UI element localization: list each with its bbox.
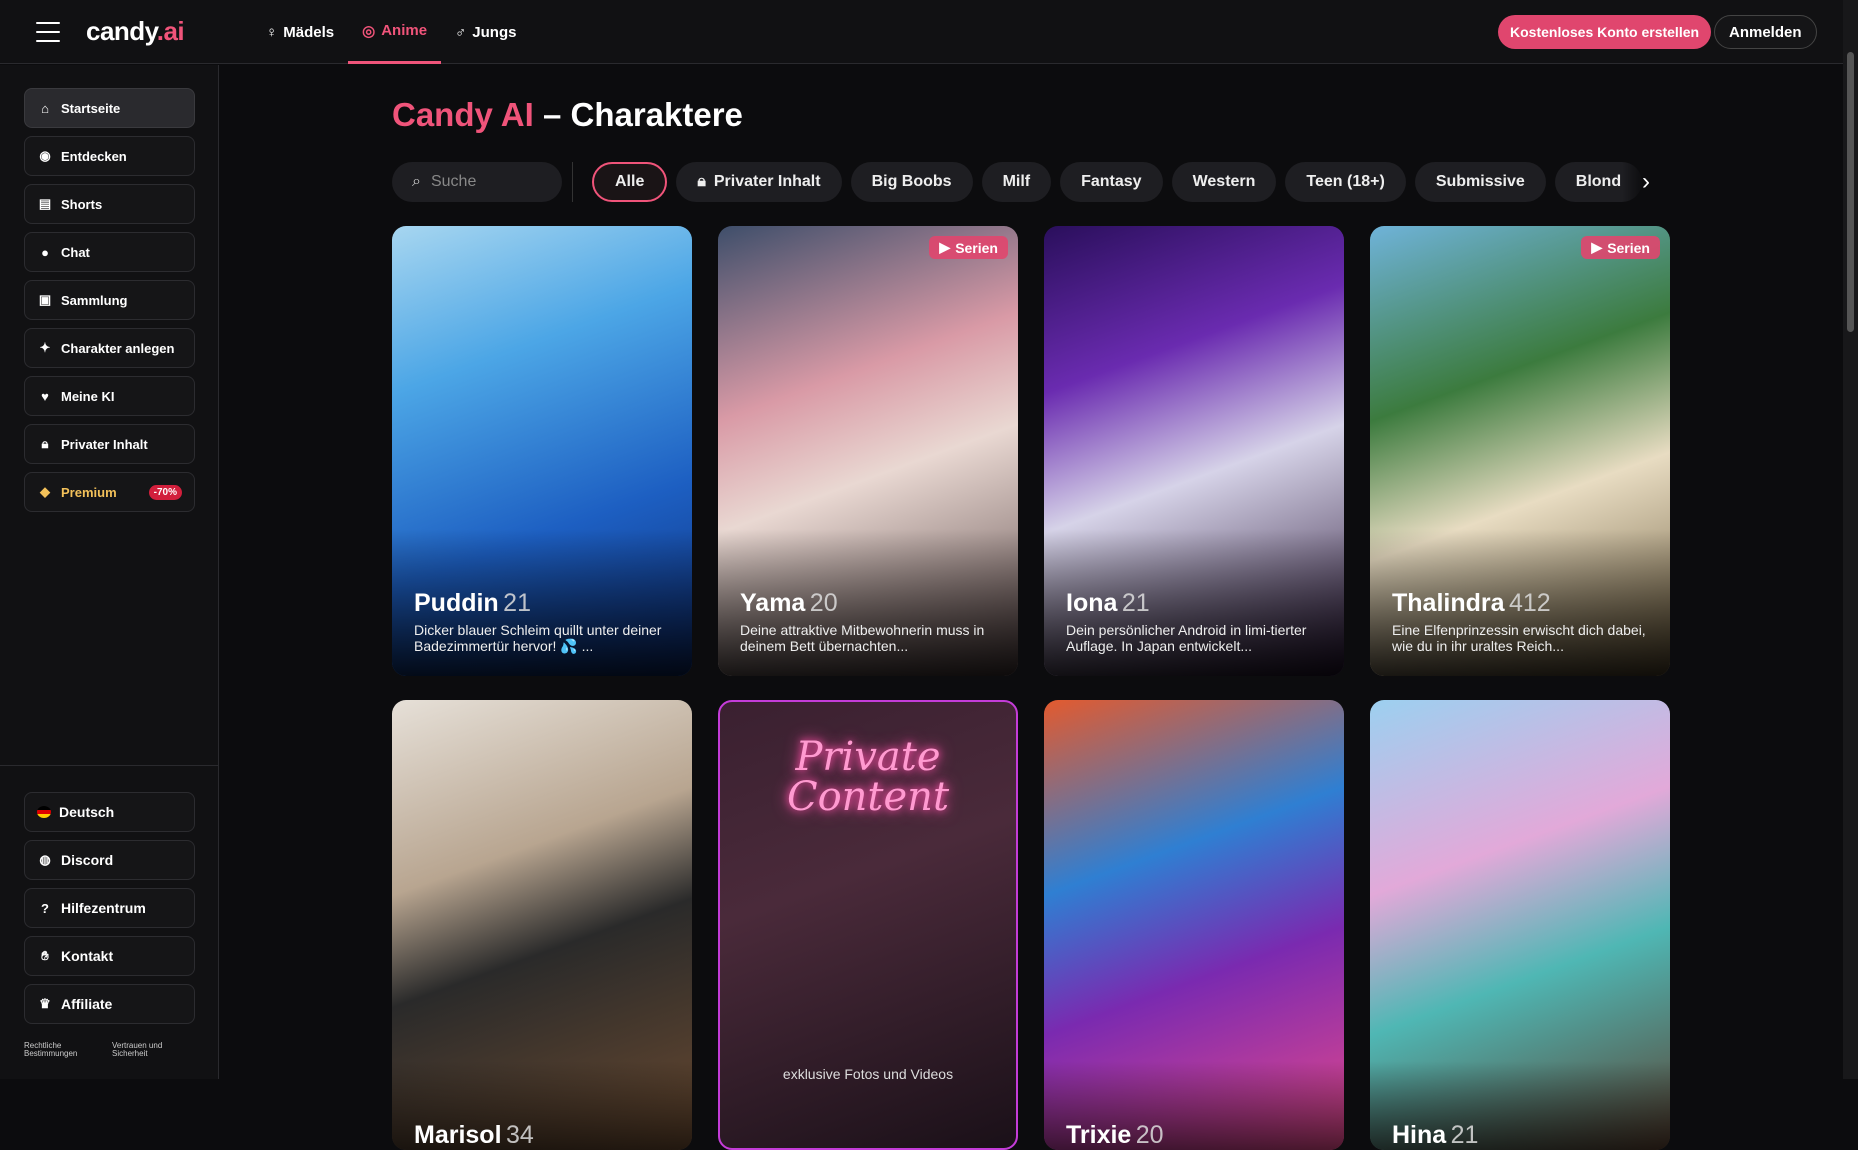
chevron-right-icon[interactable]: › [1622, 162, 1670, 202]
chat-icon: ● [41, 244, 49, 260]
filter-chip-western[interactable]: Western [1171, 162, 1277, 202]
card-name: Iona [1066, 589, 1118, 617]
filter-chip-alle[interactable]: Alle [592, 162, 668, 202]
trust-link[interactable]: Vertrauen und Sicherheit [112, 1042, 182, 1058]
play-icon: ▶ [939, 239, 951, 255]
page-title: Candy AI – Charaktere [392, 96, 743, 133]
magic-wand-icon: ✦ [39, 340, 51, 355]
character-card-trixie[interactable]: Trixie 20 [1044, 700, 1344, 1150]
lock-icon: 🔒︎ [697, 173, 706, 190]
tab-madels[interactable]: ♀ Mädels [252, 0, 348, 64]
filter-chip-big-boobs[interactable]: Big Boobs [850, 162, 973, 202]
sidebar-item-entdecken[interactable]: ◉ Entdecken [24, 136, 195, 176]
card-name: Hina [1392, 1121, 1447, 1149]
help-icon: ? [41, 900, 49, 916]
female-icon: ♀ [266, 23, 278, 41]
search-input[interactable]: ⌕ Suche [392, 162, 562, 202]
card-name: Yama [740, 589, 806, 617]
character-card-hina[interactable]: Hina 21 [1370, 700, 1670, 1150]
top-nav: ♀ Mädels ◎ Anime ♂ Jungs [252, 0, 530, 64]
lock-icon: 🔒︎ [41, 436, 49, 451]
sidebar-item-privater-inhalt[interactable]: 🔒︎ Privater Inhalt [24, 424, 195, 464]
search-icon: ⌕ [412, 173, 421, 190]
character-card-thalindra[interactable]: ▶ Serien Thalindra 412 Eine Elfenprinzessi… [1370, 226, 1670, 676]
card-age: 21 [503, 589, 531, 617]
private-content-title: Private Content [786, 734, 950, 820]
card-description: Dein persönlicher Android in limi-tierte… [1066, 622, 1307, 654]
heart-icon: ♥ [41, 388, 49, 404]
play-icon: ▶ [1591, 239, 1603, 255]
filter-chip-privater-inhalt[interactable]: 🔒︎ Privater Inhalt [676, 162, 842, 202]
character-card-yama[interactable]: ▶ Serien Yama 20 Deine attraktive Mitbewoh… [718, 226, 1018, 676]
diamond-icon: ◆ [40, 484, 50, 499]
character-card-puddin[interactable]: Puddin 21 Dicker blauer Schleim quillt un… [392, 226, 692, 676]
create-account-button[interactable]: Kostenloses Konto erstellen [1498, 15, 1712, 49]
top-bar: candy.ai ♀ Mädels ◎ Anime ♂ Jungs Kostenlos… [0, 0, 1843, 64]
card-age: 21 [1121, 589, 1150, 617]
filter-chip-milf[interactable]: Milf [981, 162, 1052, 202]
card-age: 21 [1450, 1121, 1479, 1149]
home-icon: ⌂ [41, 100, 49, 116]
sidebar-item-kontakt[interactable]: ✋︎ Kontakt [24, 936, 195, 976]
sidebar-item-sammlung[interactable]: ▣ Sammlung [24, 280, 195, 320]
card-name: Marisol [414, 1121, 502, 1149]
card-name: Puddin [414, 589, 499, 617]
sidebar-item-meine-ki[interactable]: ♥ Meine KI [24, 376, 195, 416]
series-badge: ▶ Serien [1581, 236, 1660, 259]
card-age: 20 [1135, 1121, 1164, 1149]
logo[interactable]: candy.ai [86, 16, 185, 47]
card-name: Thalindra [1392, 589, 1505, 617]
sidebar-divider [0, 765, 219, 766]
male-icon: ♂ [455, 23, 467, 41]
collection-icon: ▣ [38, 292, 52, 307]
filter-chip-teen[interactable]: Teen (18+) [1285, 162, 1406, 202]
sidebar-item-shorts[interactable]: ▤ Shorts [24, 184, 195, 224]
card-description: Dicker blauer Schleim quillt unter deine… [414, 622, 662, 654]
anime-icon: ◎ [362, 22, 376, 40]
sidebar-item-startseite[interactable]: ⌂ Startseite [24, 88, 195, 128]
card-description: Eine Elfenprinzessin erwischt dich dabei… [1392, 622, 1646, 654]
compass-icon: ◉ [39, 148, 51, 163]
sidebar-item-premium[interactable]: ◆ Premium -70% [24, 472, 195, 512]
tab-anime[interactable]: ◎ Anime [348, 0, 442, 64]
sidebar-item-chat[interactable]: ● Chat [24, 232, 195, 272]
sidebar-item-affiliate[interactable]: ♛ Affiliate [24, 984, 195, 1024]
card-age: 412 [1508, 589, 1551, 617]
sidebar-item-charakter-anlegen[interactable]: ✦ Charakter anlegen [24, 328, 195, 368]
series-badge: ▶ Serien [929, 236, 1008, 259]
filter-chip-submissive[interactable]: Submissive [1414, 162, 1546, 202]
sidebar-item-language[interactable]: Deutsch [24, 792, 195, 832]
menu-icon[interactable] [36, 20, 60, 44]
tab-jungs[interactable]: ♂ Jungs [441, 0, 530, 64]
card-age: 34 [505, 1121, 534, 1149]
sidebar-item-hilfezentrum[interactable]: ? Hilfezentrum [24, 888, 195, 928]
filter-bar: ⌕ Suche Alle 🔒︎ Privater Inhalt Big Boobs … [392, 162, 1670, 202]
character-card-marisol[interactable]: Marisol 34 [392, 700, 692, 1150]
sidebar: ⌂ Startseite ◉ Entdecken ▤ Shorts ● Chat ▣ Sa… [0, 65, 219, 1079]
discord-icon: ◍ [39, 852, 51, 867]
login-button[interactable]: Anmelden [1714, 15, 1817, 49]
sidebar-item-discord[interactable]: ◍ Discord [24, 840, 195, 880]
legal-links: Rechtliche Bestimmungen Vertrauen und Si… [24, 1042, 182, 1058]
private-content-subtitle: exklusive Fotos und Videos [782, 1066, 954, 1082]
handshake-icon: ✋︎ [41, 948, 49, 963]
card-age: 20 [809, 589, 838, 617]
german-flag-icon [37, 806, 51, 818]
card-description: Deine attraktive Mitbewohnerin muss in d… [740, 622, 985, 654]
page-scrollbar[interactable] [1843, 0, 1858, 1079]
character-card-iona[interactable]: Iona 21 Dein persönlicher Android in limi… [1044, 226, 1344, 676]
card-name: Trixie [1066, 1121, 1132, 1149]
filter-divider [572, 162, 573, 202]
private-content-card[interactable]: Private Content exklusive Fotos und Vide… [718, 700, 1018, 1150]
filter-chip-fantasy[interactable]: Fantasy [1060, 162, 1163, 202]
trophy-icon: ♛ [39, 996, 51, 1011]
shorts-icon: ▤ [38, 196, 52, 211]
legal-link[interactable]: Rechtliche Bestimmungen [24, 1042, 94, 1058]
discount-badge: -70% [148, 485, 182, 500]
